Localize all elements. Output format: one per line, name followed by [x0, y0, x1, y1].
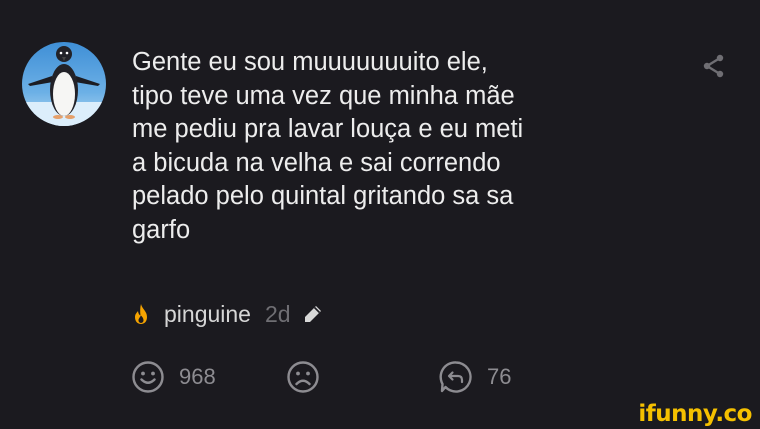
ifunny-watermark: ifunny.co [638, 401, 752, 427]
username-link[interactable]: pinguine [164, 301, 251, 328]
comment-text: Gente eu sou muuuuuuuito ele, tipo teve … [132, 48, 524, 244]
timestamp: 2d [264, 300, 291, 327]
avatar[interactable] [22, 42, 106, 126]
comment-meta: pinguine 2d [132, 298, 323, 330]
smile-icon [132, 361, 164, 393]
unsmile-button[interactable] [286, 358, 320, 396]
reply-icon [439, 361, 472, 393]
pencil-icon [304, 306, 321, 322]
share-icon [703, 54, 724, 78]
reply-button[interactable]: 76 [439, 358, 511, 396]
smile-count: 968 [179, 364, 216, 389]
penguin-avatar-image [22, 42, 106, 126]
frown-icon [287, 361, 319, 393]
smile-button[interactable]: 968 [131, 358, 216, 396]
flame-icon [135, 304, 147, 324]
share-button[interactable] [700, 52, 728, 80]
reply-count: 76 [487, 364, 512, 389]
